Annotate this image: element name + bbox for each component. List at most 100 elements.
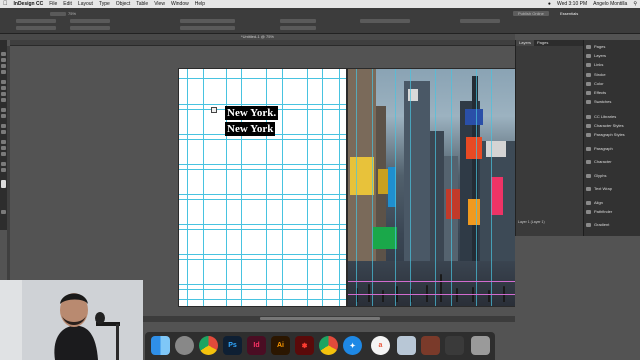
effects-field[interactable] xyxy=(360,19,410,23)
billboard xyxy=(446,189,460,219)
font-style-field[interactable] xyxy=(180,26,235,30)
gradient-tool-icon[interactable] xyxy=(1,140,6,144)
pen-tool-icon[interactable] xyxy=(1,92,6,96)
panel-label: Character Styles xyxy=(594,123,624,128)
panel-pathfinder[interactable]: Pathfinder xyxy=(586,208,639,215)
view-mode-icon[interactable] xyxy=(1,210,6,214)
panel-stroke[interactable]: Stroke xyxy=(586,71,639,78)
menu-table[interactable]: Table xyxy=(133,1,151,7)
wifi-icon[interactable]: ● xyxy=(545,1,554,7)
font-family-field[interactable] xyxy=(180,19,235,23)
align-field[interactable] xyxy=(460,19,500,23)
indesign-icon[interactable]: Id xyxy=(247,336,266,355)
x-field[interactable] xyxy=(16,19,56,23)
type-tool-icon[interactable] xyxy=(1,80,6,84)
pencil-tool-icon[interactable] xyxy=(1,98,6,102)
publish-online-label: Publish Online xyxy=(518,11,544,16)
billboard xyxy=(350,157,374,195)
headline-line-2[interactable]: New York xyxy=(225,122,276,136)
selection-tool-icon[interactable] xyxy=(1,52,6,56)
photoshop-icon[interactable]: Ps xyxy=(223,336,242,355)
line-tool-icon[interactable] xyxy=(1,86,6,90)
w-field[interactable] xyxy=(70,19,110,23)
menu-object[interactable]: Object xyxy=(113,1,133,7)
menu-file[interactable]: File xyxy=(46,1,60,7)
menu-window[interactable]: Window xyxy=(168,1,192,7)
page-right[interactable] xyxy=(347,68,516,307)
chrome-icon[interactable] xyxy=(199,336,218,355)
page-tool-icon[interactable] xyxy=(1,64,6,68)
text-frame-handle-icon[interactable] xyxy=(211,107,217,113)
panel-swatches[interactable]: Swatches xyxy=(586,98,639,105)
pdf-icon[interactable] xyxy=(445,336,464,355)
zoom-tool-icon[interactable] xyxy=(1,168,6,172)
free-transform-tool-icon[interactable] xyxy=(1,130,6,134)
acrobat-icon[interactable]: ❃ xyxy=(295,336,314,355)
text-wrap-icon xyxy=(586,186,591,191)
layer-info: Layer 1 (Layer 1) xyxy=(518,220,545,224)
paragraph-styles-icon xyxy=(586,132,591,137)
panel-align[interactable]: Align xyxy=(586,199,639,206)
menu-edit[interactable]: Edit xyxy=(60,1,75,7)
panel-color[interactable]: Color xyxy=(586,80,639,87)
user-name[interactable]: Angelo Montilla xyxy=(590,1,630,7)
panel-paragraph[interactable]: Paragraph xyxy=(586,145,639,152)
menu-view[interactable]: View xyxy=(151,1,168,7)
control-panel: 75% Publish Online Essentials xyxy=(0,8,640,34)
hand-tool-icon[interactable] xyxy=(1,162,6,166)
safari-icon[interactable]: ✦ xyxy=(343,336,362,355)
fill-field[interactable] xyxy=(280,26,316,30)
stroke-field[interactable] xyxy=(280,19,316,23)
rectangle-frame-tool-icon[interactable] xyxy=(1,108,6,112)
panel-cc-libraries[interactable]: CC Libraries xyxy=(586,113,639,120)
page-left[interactable] xyxy=(178,68,347,307)
headline-line-1[interactable]: New York. xyxy=(225,106,279,120)
clock[interactable]: Wed 3:10 PM xyxy=(554,1,590,7)
apple-icon[interactable]:  xyxy=(0,1,11,7)
launchpad-icon[interactable] xyxy=(175,336,194,355)
finder-icon[interactable] xyxy=(151,336,170,355)
fill-stroke-icon[interactable] xyxy=(1,180,6,188)
menu-layout[interactable]: Layout xyxy=(75,1,96,7)
panel-layers[interactable]: Layers xyxy=(586,52,639,59)
zoom-field[interactable] xyxy=(50,12,66,16)
panel-pages[interactable]: Pages xyxy=(586,43,639,50)
panel-text-wrap[interactable]: Text Wrap xyxy=(586,185,639,192)
panel-links[interactable]: Links xyxy=(586,61,639,68)
rectangle-tool-icon[interactable] xyxy=(1,114,6,118)
webcam-overlay xyxy=(0,280,143,360)
panel-label: Pathfinder xyxy=(594,209,613,214)
tab-layers[interactable]: Layers xyxy=(516,40,535,46)
panel-glyphs[interactable]: Glyphs xyxy=(586,172,639,179)
trash-icon[interactable] xyxy=(471,336,490,355)
note-tool-icon[interactable] xyxy=(1,146,6,150)
panel-paragraph-styles[interactable]: Paragraph Styles xyxy=(586,131,639,138)
image-viewer-icon[interactable] xyxy=(421,336,440,355)
panel-label: Align xyxy=(594,200,603,205)
h-field[interactable] xyxy=(70,26,110,30)
avocode-icon[interactable]: a xyxy=(371,336,390,355)
preview-icon[interactable] xyxy=(397,336,416,355)
illustrator-icon[interactable]: Ai xyxy=(271,336,290,355)
person xyxy=(456,288,458,302)
eyedropper-tool-icon[interactable] xyxy=(1,152,6,156)
menu-help[interactable]: Help xyxy=(192,1,208,7)
panel-character-styles[interactable]: Character Styles xyxy=(586,122,639,129)
app-menu[interactable]: InDesign CC xyxy=(11,1,47,7)
search-icon[interactable]: ⚲ xyxy=(630,1,640,7)
panel-character[interactable]: Character xyxy=(586,158,639,165)
panel-effects[interactable]: Effects xyxy=(586,89,639,96)
y-field[interactable] xyxy=(16,26,56,30)
direct-selection-tool-icon[interactable] xyxy=(1,58,6,62)
panel-gradient[interactable]: Gradient xyxy=(586,221,639,228)
panel-label: Color xyxy=(594,81,604,86)
dock: Ps Id Ai ❃ ✦ a xyxy=(145,332,495,360)
gap-tool-icon[interactable] xyxy=(1,70,6,74)
tab-pages[interactable]: Pages xyxy=(534,40,551,46)
menu-type[interactable]: Type xyxy=(96,1,113,7)
swatches-icon xyxy=(586,99,591,104)
workspace-switcher[interactable]: Essentials xyxy=(560,11,578,16)
chrome-icon[interactable] xyxy=(319,336,338,355)
scissors-tool-icon[interactable] xyxy=(1,124,6,128)
horizontal-scrollbar[interactable] xyxy=(260,317,380,320)
